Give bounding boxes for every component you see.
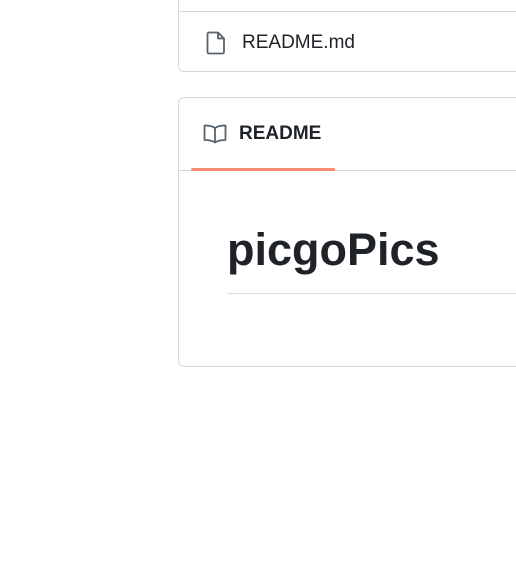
book-icon: [203, 124, 227, 144]
tab-active-underline: [191, 168, 335, 171]
readme-title: picgoPics: [227, 224, 440, 275]
file-name-link[interactable]: README.md: [242, 31, 355, 55]
file-icon: [205, 31, 227, 55]
readme-header: README: [179, 98, 516, 171]
tab-readme[interactable]: README: [191, 98, 335, 171]
file-row-readme[interactable]: README.md: [179, 12, 516, 72]
title-divider: [227, 293, 516, 294]
file-list: README.md: [178, 0, 516, 72]
readme-panel: README picgoPics: [178, 97, 516, 367]
tab-readme-label: README: [239, 123, 322, 144]
